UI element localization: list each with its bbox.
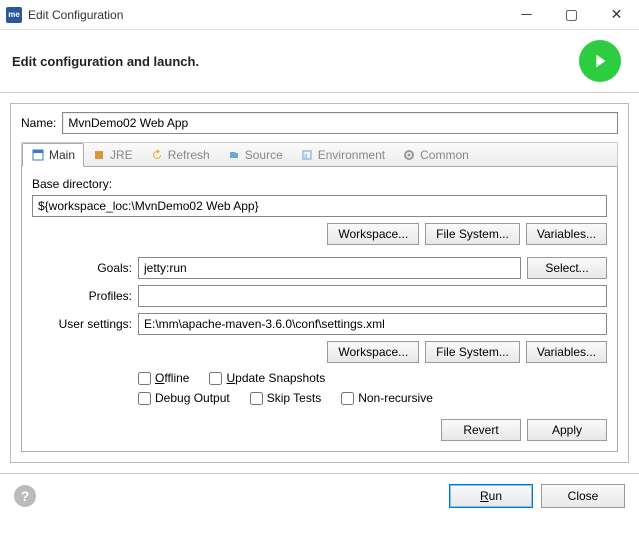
tab-bar: Main JRE Refresh Source x Environment Co… [21,142,618,167]
help-icon[interactable]: ? [14,485,36,507]
workspace-button-usersettings[interactable]: Workspace... [327,341,419,363]
source-tab-icon [227,148,241,162]
tab-environment-label: Environment [318,148,385,162]
close-button[interactable]: Close [541,484,625,508]
select-goals-button[interactable]: Select... [527,257,607,279]
tab-jre-label: JRE [110,148,133,162]
non-recursive-checkbox[interactable]: Non-recursive [341,391,433,405]
tab-source-label: Source [245,148,283,162]
goals-input[interactable] [138,257,521,279]
config-groupbox: Name: Main JRE Refresh Source x Env [10,103,629,463]
file-system-button-basedir[interactable]: File System... [425,223,520,245]
tab-content-main: Base directory: Workspace... File System… [21,167,618,452]
tab-main-label: Main [49,148,75,162]
run-button[interactable]: Run [449,484,533,508]
app-icon: me [6,7,22,23]
titlebar: me Edit Configuration － ▢ ✕ [0,0,639,30]
user-settings-input[interactable] [138,313,607,335]
base-directory-input[interactable] [32,195,607,217]
variables-button-basedir[interactable]: Variables... [526,223,607,245]
common-tab-icon [402,148,416,162]
user-settings-label: User settings: [32,317,132,331]
tab-source[interactable]: Source [219,143,292,166]
tab-refresh[interactable]: Refresh [142,143,219,166]
window-title: Edit Configuration [28,8,504,22]
file-system-button-usersettings[interactable]: File System... [425,341,520,363]
dialog-footer: ? Run Close [0,474,639,518]
svg-text:x: x [304,153,308,160]
skip-tests-checkbox[interactable]: Skip Tests [250,391,321,405]
environment-tab-icon: x [300,148,314,162]
tab-common-label: Common [420,148,469,162]
workspace-button-basedir[interactable]: Workspace... [327,223,419,245]
variables-button-usersettings[interactable]: Variables... [526,341,607,363]
profiles-input[interactable] [138,285,607,307]
apply-button[interactable]: Apply [527,419,607,441]
goals-label: Goals: [32,261,132,275]
tab-jre[interactable]: JRE [84,143,142,166]
name-label: Name: [21,116,56,130]
base-directory-label: Base directory: [32,177,607,191]
maximize-button[interactable]: ▢ [549,0,594,30]
run-icon [579,40,621,82]
tab-main[interactable]: Main [22,143,84,167]
header-text: Edit configuration and launch. [12,54,579,69]
minimize-button[interactable]: － [504,0,549,30]
refresh-tab-icon [150,148,164,162]
tab-environment[interactable]: x Environment [292,143,394,166]
tab-common[interactable]: Common [394,143,478,166]
update-snapshots-checkbox[interactable]: Update Snapshots [209,371,325,385]
close-window-button[interactable]: ✕ [594,0,639,30]
jre-tab-icon [92,148,106,162]
dialog-header: Edit configuration and launch. [0,30,639,93]
profiles-label: Profiles: [32,289,132,303]
debug-output-checkbox[interactable]: Debug Output [138,391,230,405]
offline-checkbox[interactable]: Offline [138,371,189,385]
tab-refresh-label: Refresh [168,148,210,162]
revert-button[interactable]: Revert [441,419,521,441]
main-tab-icon [31,148,45,162]
name-input[interactable] [62,112,618,134]
